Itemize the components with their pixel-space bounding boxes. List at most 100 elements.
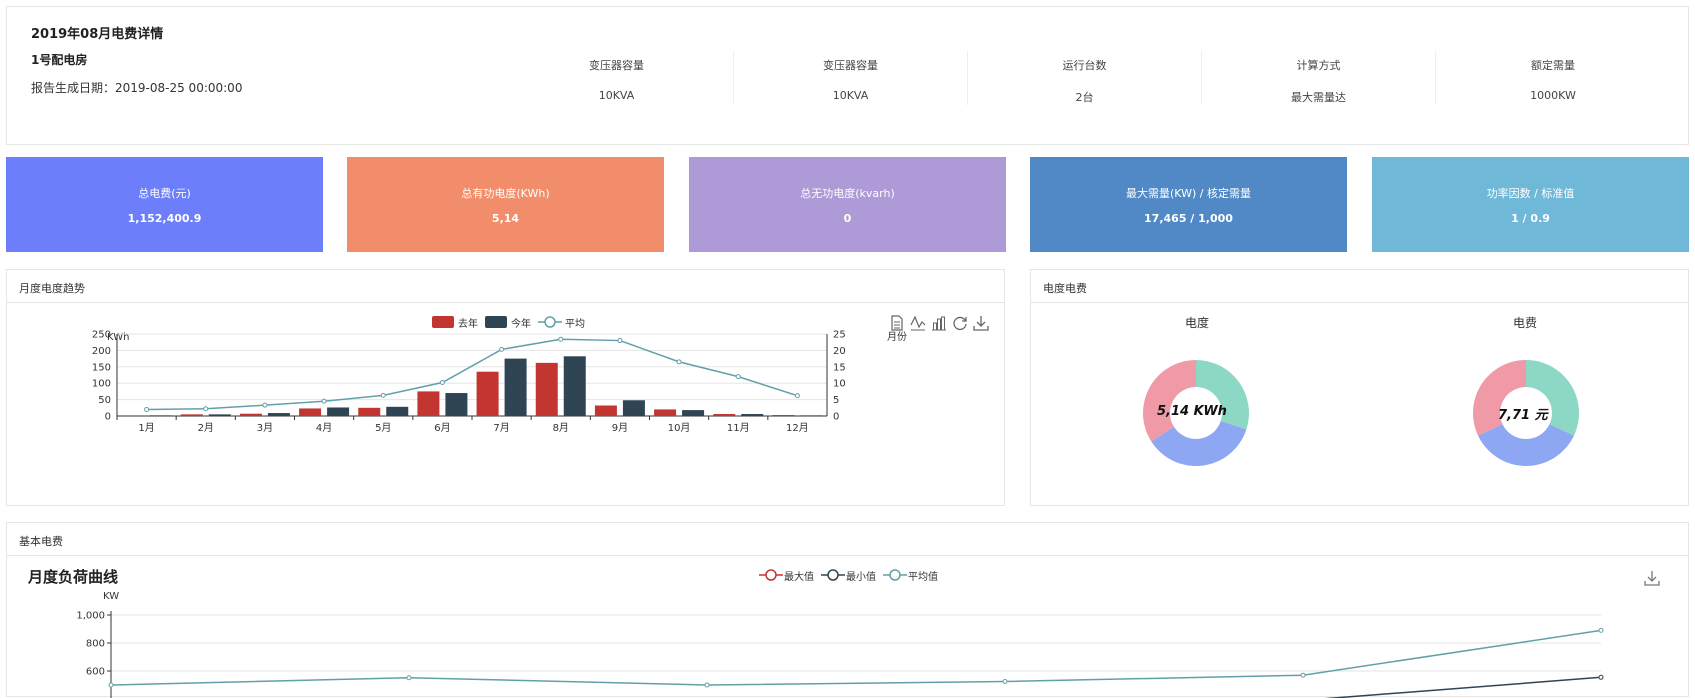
card-value: 1,152,400.9 xyxy=(127,212,202,225)
y-axis-unit-right: 月份 xyxy=(887,331,907,343)
x-tick-label: 11月 xyxy=(727,422,750,434)
min-line xyxy=(1324,676,1602,698)
bar-this-year xyxy=(149,415,172,416)
average-point xyxy=(144,406,150,412)
card-value: 17,465 / 1,000 xyxy=(1144,212,1233,225)
average-point xyxy=(617,338,623,344)
basic-fee-panel: 基本电费 最大值 最小值 平均值 KW 600 800 1,000 xyxy=(6,522,1689,698)
bar-this-year xyxy=(563,356,586,416)
spec-calc-method: 计算方式 最大需量达 xyxy=(1202,51,1436,105)
spec-label: 运行台数 xyxy=(1062,59,1107,72)
average-point xyxy=(203,406,209,412)
average-line xyxy=(146,338,798,411)
card-total-fee: 总电费(元) 1,152,400.9 xyxy=(6,157,323,252)
bar-last-year xyxy=(594,405,617,416)
y-tick-label-left: 150 xyxy=(92,362,111,373)
y-tick-label: 600 xyxy=(86,667,105,678)
x-tick-label: 8月 xyxy=(553,422,569,434)
donut-fee-slice xyxy=(1473,360,1526,436)
avg-point xyxy=(1300,672,1306,678)
y-tick-label-left: 0 xyxy=(105,412,111,423)
card-value: 1 / 0.9 xyxy=(1511,212,1550,225)
monthly-trend-chart: KWh 月份 05010015020025005101520251月 2月 3月 4月… xyxy=(92,330,907,435)
room-name: 1号配电房 xyxy=(31,53,88,67)
average-point xyxy=(262,402,268,408)
x-tick-label: 3月 xyxy=(257,422,273,434)
avg-point xyxy=(406,675,412,681)
bar-last-year xyxy=(654,409,677,416)
y-tick-label-left: 50 xyxy=(98,395,111,406)
card-label: 功率因数 / 标准值 xyxy=(1486,187,1575,200)
card-max-demand: 最大需量(KW) / 核定需量 17,465 / 1,000 xyxy=(1030,157,1347,252)
avg-point xyxy=(108,682,114,688)
y-tick-label-right: 20 xyxy=(833,346,846,357)
x-tick-label: 10月 xyxy=(668,422,691,434)
bar-this-year xyxy=(208,414,231,416)
spec-rated-demand: 额定需量 1000KW xyxy=(1436,51,1670,105)
avg-point xyxy=(704,682,710,688)
y-tick-label: 800 xyxy=(86,639,105,650)
card-power-factor: 功率因数 / 标准值 1 / 0.9 xyxy=(1372,157,1689,252)
donut-fee-slice xyxy=(1526,360,1579,436)
average-point xyxy=(676,359,682,365)
average-point xyxy=(794,393,800,399)
y-tick-label-right: 10 xyxy=(833,379,846,390)
y-tick-label: 1,000 xyxy=(76,611,105,622)
bar-this-year xyxy=(267,413,290,416)
y-tick-label-right: 25 xyxy=(833,330,846,341)
bar-this-year xyxy=(741,414,764,416)
x-tick-label: 6月 xyxy=(434,422,450,434)
average-point xyxy=(380,392,386,398)
spec-value: 10KVA xyxy=(598,89,635,102)
avg-line xyxy=(110,629,1602,686)
bar-last-year xyxy=(180,414,203,416)
bar-last-year xyxy=(358,407,381,416)
card-active-energy: 总有功电度(KWh) 5,14 xyxy=(347,157,664,252)
donut-energy-center: 5,14 KWh xyxy=(1157,404,1227,419)
spec-value: 2台 xyxy=(1075,91,1094,104)
spec-label: 计算方式 xyxy=(1296,59,1341,72)
bar-last-year xyxy=(239,413,262,416)
y-axis-unit: KW xyxy=(103,591,119,602)
x-tick-label: 1月 xyxy=(138,422,154,434)
y-tick-label-right: 5 xyxy=(833,395,839,406)
bar-last-year xyxy=(476,371,499,416)
bar-last-year xyxy=(121,415,144,416)
donut-charts xyxy=(1143,360,1579,466)
average-point xyxy=(558,336,564,342)
x-tick-label: 2月 xyxy=(198,422,214,434)
average-point xyxy=(439,380,445,386)
bar-last-year xyxy=(772,415,795,416)
donut-energy-slice xyxy=(1143,360,1196,442)
trend-panel: 月度电度趋势 去年 今年 平均 KWh 月份 0 50 100 150 200 … xyxy=(6,269,1005,506)
x-tick-label: 7月 xyxy=(493,422,509,434)
bar-this-year xyxy=(682,410,705,416)
avg-point xyxy=(1598,627,1604,633)
card-reactive-energy: 总无功电度(kvarh) 0 xyxy=(689,157,1006,252)
spec-label: 变压器容量 xyxy=(823,59,878,72)
spec-label: 额定需量 xyxy=(1531,59,1575,72)
report-date: 报告生成日期：2019-08-25 00:00:00 xyxy=(31,81,243,95)
average-point xyxy=(735,374,741,380)
spec-transformer-capacity-2: 变压器容量 10KVA xyxy=(734,51,968,105)
page-title: 2019年08月电费详情 xyxy=(31,27,164,42)
y-tick-label-left: 250 xyxy=(92,330,111,341)
info-panel: 2019年08月电费详情 1号配电房 报告生成日期：2019-08-25 00:… xyxy=(6,6,1689,145)
energy-fee-panel: 电度电费 电度 电费 5,14 KWh 7,71 元 xyxy=(1030,269,1689,506)
load-chart-title: 月度负荷曲线 xyxy=(28,568,119,586)
bar-last-year xyxy=(417,391,440,416)
spec-label: 变压器容量 xyxy=(589,59,644,72)
y-tick-label-left: 100 xyxy=(92,379,111,390)
spec-value: 最大需量达 xyxy=(1291,91,1346,104)
bar-this-year xyxy=(445,393,468,416)
card-value: 0 xyxy=(843,212,852,225)
bar-this-year xyxy=(327,407,350,416)
avg-point xyxy=(1002,679,1008,684)
spec-value: 1000KW xyxy=(1530,89,1576,102)
donut-fee-slice xyxy=(1478,424,1574,466)
y-tick-label-left: 200 xyxy=(92,346,111,357)
bar-last-year xyxy=(535,362,558,416)
bar-last-year xyxy=(713,414,736,416)
donut-fee-center: 7,71 元 xyxy=(1498,408,1548,423)
spec-running-count: 运行台数 2台 xyxy=(968,51,1202,105)
